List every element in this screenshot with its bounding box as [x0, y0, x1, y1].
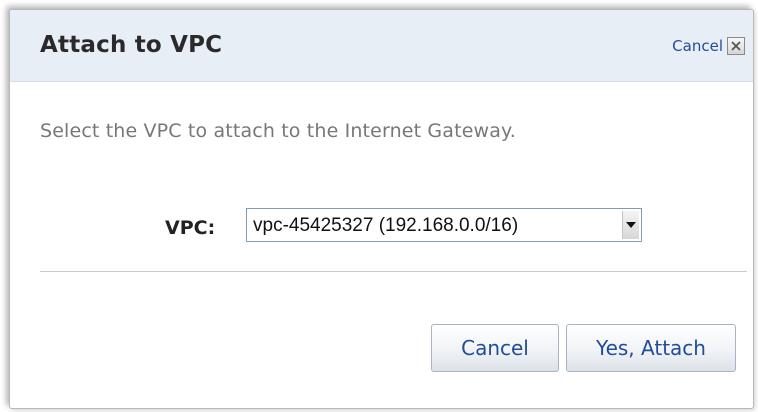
divider	[40, 271, 747, 272]
yes-attach-button-label[interactable]: Yes, Attach	[596, 336, 706, 360]
header-cancel-label[interactable]: Cancel	[672, 37, 723, 55]
dialog-title: Attach to VPC	[40, 32, 223, 58]
yes-attach-button[interactable]: Yes, Attach	[566, 324, 736, 372]
dialog-header: Attach to VPC Cancel	[10, 10, 753, 82]
vpc-field-label: VPC:	[165, 217, 216, 239]
cancel-button-label[interactable]: Cancel	[461, 336, 529, 360]
instructions-text: Select the VPC to attach to the Internet…	[40, 120, 516, 142]
header-cancel-link[interactable]: Cancel	[672, 37, 745, 55]
cancel-button[interactable]: Cancel	[431, 324, 559, 372]
close-icon[interactable]	[727, 37, 745, 55]
attach-to-vpc-dialog: Attach to VPC Cancel Select the VPC to a…	[9, 9, 754, 409]
vpc-select[interactable]: vpc-45425327 (192.168.0.0/16)	[246, 208, 642, 242]
vpc-select-value[interactable]: vpc-45425327 (192.168.0.0/16)	[253, 215, 518, 237]
chevron-down-icon[interactable]	[622, 211, 639, 239]
